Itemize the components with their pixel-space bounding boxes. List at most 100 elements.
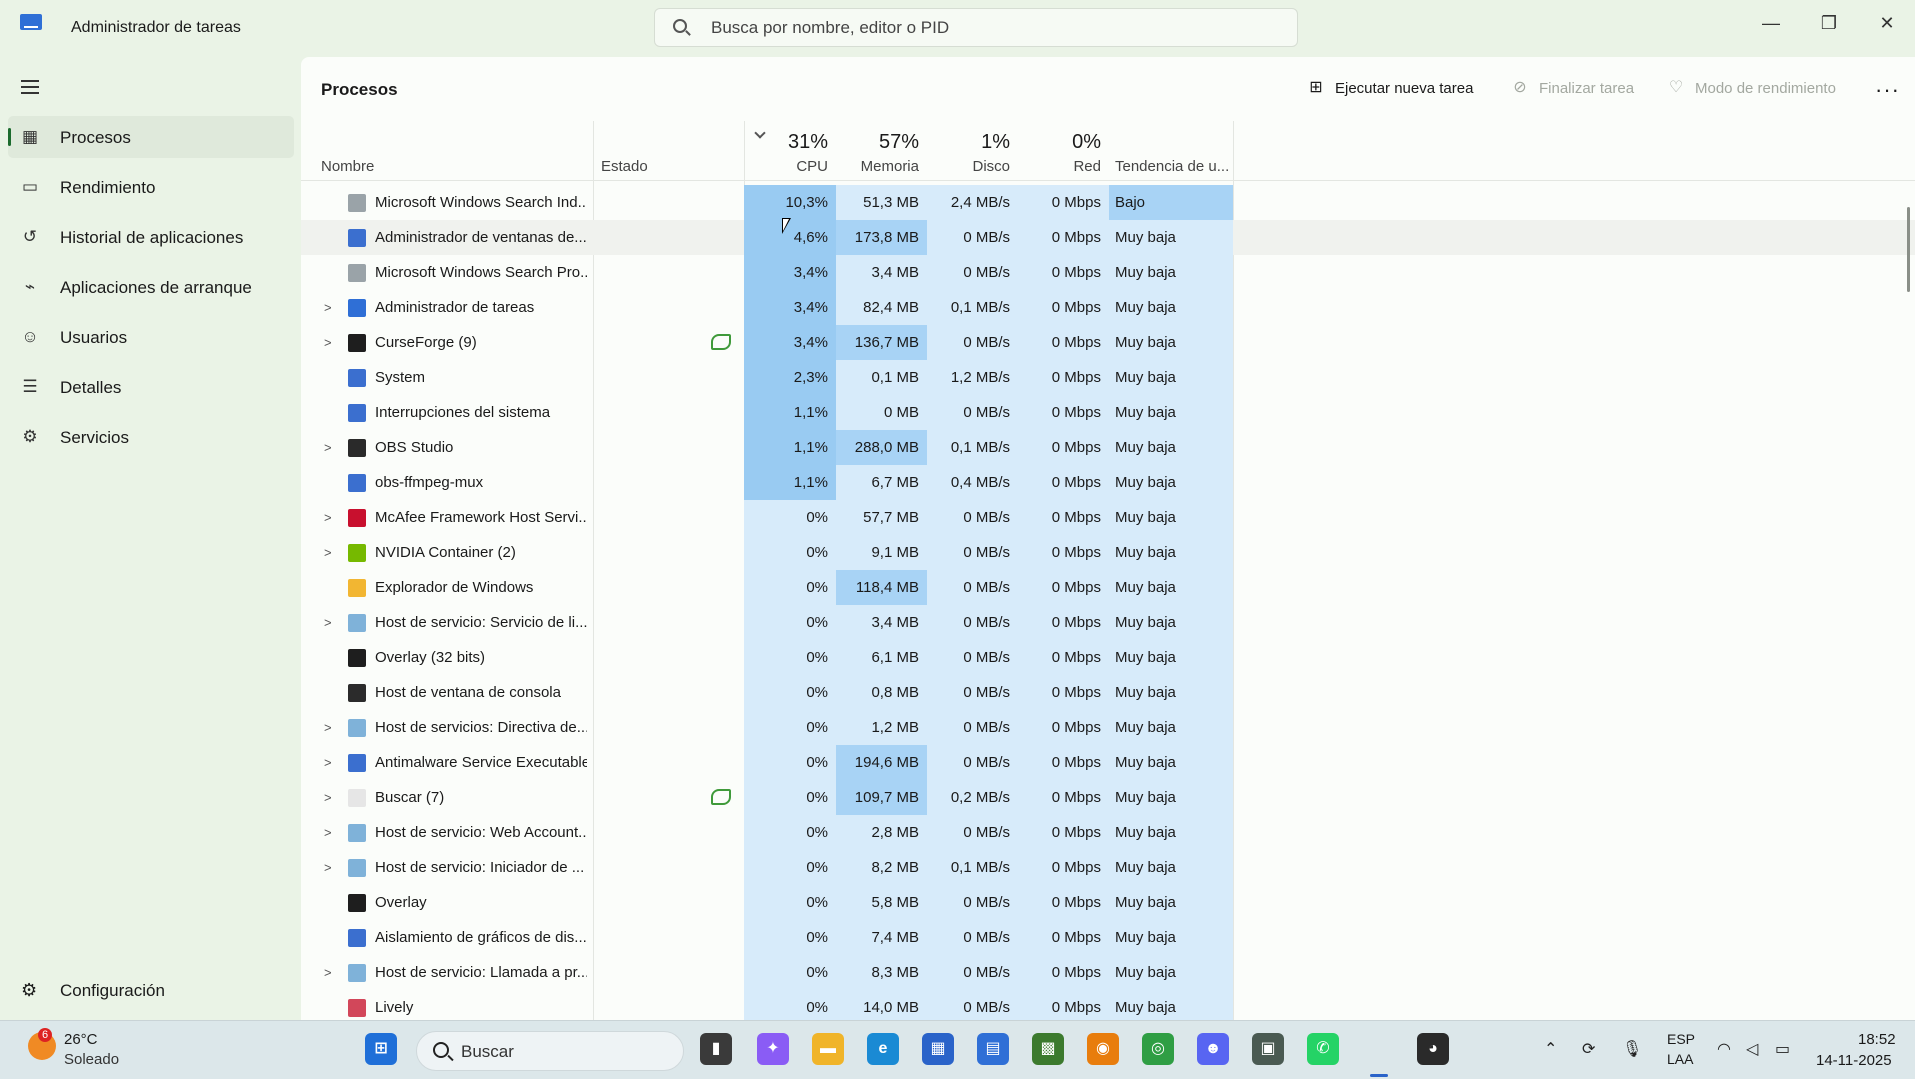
table-row[interactable]: Explorador de Windows 0% 118,4 MB 0 MB/s 0 M… (301, 570, 1915, 605)
table-row[interactable]: Interrupciones del sistema 1,1% 0 MB 0 MB/s… (301, 395, 1915, 430)
table-row[interactable]: Microsoft Windows Search Pro... 3,4% 3,4 M… (301, 255, 1915, 290)
table-row[interactable]: > Administrador de tareas 3,4% 82,4 MB 0,1 M… (301, 290, 1915, 325)
table-row[interactable]: obs-ffmpeg-mux 1,1% 6,7 MB 0,4 MB/s 0 Mbps Mu… (301, 465, 1915, 500)
disk-cell: 0 MB/s (927, 500, 1018, 535)
obs-taskbar-icon[interactable]: ◕ (1417, 1033, 1449, 1065)
sidebar-item-detalles[interactable]: ☰ Detalles (8, 366, 294, 408)
whatsapp-icon[interactable]: ✆ (1307, 1033, 1339, 1065)
table-row[interactable]: > Buscar (7) 0% 109,7 MB 0,2 MB/s 0 Mbps Muy b… (301, 780, 1915, 815)
weather-temperature[interactable]: 26°C (64, 1031, 98, 1048)
search-input[interactable] (711, 17, 1271, 39)
sidebar-item-historial-de-aplicaciones[interactable]: ↺ Historial de aplicaciones (8, 216, 294, 258)
process-name: NVIDIA Container (2) (375, 544, 516, 561)
sidebar-item-usuarios[interactable]: ☺ Usuarios (8, 316, 294, 358)
weather-description[interactable]: Soleado (64, 1051, 119, 1068)
minimize-button[interactable]: — (1751, 8, 1791, 38)
volume-icon[interactable]: ◁ (1746, 1039, 1758, 1059)
task-manager-taskbar-icon[interactable]: ▤ (977, 1033, 1009, 1065)
sidebar-item-servicios[interactable]: ⚙ Servicios (8, 416, 294, 458)
maximize-button[interactable]: ❐ (1809, 8, 1849, 38)
table-row[interactable]: > NVIDIA Container (2) 0% 9,1 MB 0 MB/s 0 Mbp… (301, 535, 1915, 570)
column-header-memory[interactable]: 57% Memoria (836, 121, 927, 181)
blender-icon[interactable]: ◉ (1087, 1033, 1119, 1065)
game-icon[interactable]: ▣ (1252, 1033, 1284, 1065)
edge-icon[interactable]: e (867, 1033, 899, 1065)
store-icon[interactable]: ▦ (922, 1033, 954, 1065)
chevron-up-icon[interactable]: ⌃ (1544, 1039, 1557, 1059)
table-row[interactable]: > OBS Studio 1,1% 288,0 MB 0,1 MB/s 0 Mbps Muy… (301, 430, 1915, 465)
table-row[interactable]: Aislamiento de gráficos de dis... 0% 7,4 M… (301, 920, 1915, 955)
input-layout[interactable]: LAA (1667, 1051, 1693, 1067)
efficiency-mode-button[interactable]: ♡ Modo de rendimiento (1667, 79, 1836, 97)
memory-cell: 7,4 MB (836, 920, 927, 955)
column-header-disk[interactable]: 1% Disco (927, 121, 1018, 181)
discord-icon[interactable]: ☻ (1197, 1033, 1229, 1065)
start-button[interactable]: ⊞ (365, 1033, 397, 1065)
table-row[interactable]: Overlay 0% 5,8 MB 0 MB/s 0 Mbps Muy baja (301, 885, 1915, 920)
sidebar-item-aplicaciones-de-arranque[interactable]: ⌁ Aplicaciones de arranque (8, 266, 294, 308)
table-row[interactable]: > McAfee Framework Host Servi... 0% 57,7 MB… (301, 500, 1915, 535)
table-row[interactable]: Administrador de ventanas de... 4,6% 173,8… (301, 220, 1915, 255)
table-row[interactable]: > Host de servicio: Servicio de li... 0% 3,… (301, 605, 1915, 640)
table-row[interactable]: > Antimalware Service Executable 0% 194,6 M… (301, 745, 1915, 780)
clock-time[interactable]: 18:52 (1858, 1031, 1896, 1048)
chevron-right-icon[interactable]: > (324, 500, 332, 535)
table-row[interactable]: Lively 0% 14,0 MB 0 MB/s 0 Mbps Muy baja (301, 990, 1915, 1020)
table-row[interactable]: > Host de servicios: Directiva de... 0% 1,2… (301, 710, 1915, 745)
efficiency-mode-label: Modo de rendimiento (1695, 79, 1836, 97)
more-options-icon[interactable]: ··· (1875, 77, 1900, 103)
chevron-right-icon[interactable]: > (324, 745, 332, 780)
battery-icon[interactable]: ▭ (1775, 1039, 1790, 1059)
taskbar-search-label: Buscar (461, 1042, 514, 1061)
close-button[interactable]: ✕ (1867, 8, 1907, 38)
table-row[interactable]: > Host de servicio: Iniciador de ... 0% 8,2… (301, 850, 1915, 885)
end-task-button[interactable]: ⊘ Finalizar tarea (1511, 79, 1634, 97)
memory-cell: 0,8 MB (836, 675, 927, 710)
table-row[interactable]: > CurseForge (9) 3,4% 136,7 MB 0 MB/s 0 Mbps M… (301, 325, 1915, 360)
sidebar-item-procesos[interactable]: ▦ Procesos (8, 116, 294, 158)
taskbar-search[interactable]: Buscar (416, 1031, 684, 1071)
microphone-icon[interactable]: 🎙 (1622, 1039, 1642, 1059)
wifi-icon[interactable]: ◠ (1717, 1039, 1731, 1059)
column-header-cpu[interactable]: 31% CPU (744, 121, 836, 181)
memory-cell: 136,7 MB (836, 325, 927, 360)
table-row[interactable]: Microsoft Windows Search Ind... 10,3% 51,3… (301, 185, 1915, 220)
weather-icon[interactable]: 6 (28, 1028, 56, 1060)
files-app-icon[interactable]: ▮ (700, 1033, 732, 1065)
chevron-right-icon[interactable]: > (324, 535, 332, 570)
chevron-right-icon[interactable]: > (324, 605, 332, 640)
table-row[interactable]: Host de ventana de consola 0% 0,8 MB 0 MB/s… (301, 675, 1915, 710)
chevron-right-icon[interactable]: > (324, 710, 332, 745)
column-header-network[interactable]: 0% Red (1018, 121, 1109, 181)
chevron-right-icon[interactable]: > (324, 955, 332, 990)
table-row[interactable]: > Host de servicio: Llamada a pr... 0% 8,3 … (301, 955, 1915, 990)
copilot-icon[interactable]: ✦ (757, 1033, 789, 1065)
chevron-right-icon[interactable]: > (324, 325, 332, 360)
table-row[interactable]: System 2,3% 0,1 MB 1,2 MB/s 0 Mbps Muy baja (301, 360, 1915, 395)
chevron-right-icon[interactable]: > (324, 780, 332, 815)
chevron-right-icon[interactable]: > (324, 430, 332, 465)
chrome-icon[interactable]: ◎ (1142, 1033, 1174, 1065)
column-header-status[interactable]: Estado (587, 121, 744, 181)
clock-date[interactable]: 14-11-2025 (1816, 1052, 1892, 1069)
table-row[interactable]: Overlay (32 bits) 0% 6,1 MB 0 MB/s 0 Mbps Muy… (301, 640, 1915, 675)
input-language[interactable]: ESP (1667, 1031, 1695, 1047)
minecraft-icon[interactable]: ▩ (1032, 1033, 1064, 1065)
hamburger-menu-icon[interactable] (21, 80, 39, 94)
run-new-task-button[interactable]: ⊞ Ejecutar nueva tarea (1307, 79, 1473, 97)
chevron-right-icon[interactable]: > (324, 290, 332, 325)
column-header-name[interactable]: Nombre (321, 121, 561, 181)
table-row[interactable]: > Host de servicio: Web Account... 0% 2,8 M… (301, 815, 1915, 850)
scrollbar[interactable] (1907, 207, 1910, 292)
column-header-power[interactable]: Tendencia de u... (1109, 121, 1233, 181)
details-icon: ☰ (22, 377, 38, 396)
sync-icon[interactable]: ⟳ (1582, 1039, 1595, 1059)
chevron-right-icon[interactable]: > (324, 815, 332, 850)
network-cell: 0 Mbps (1018, 430, 1109, 465)
search-box[interactable] (654, 8, 1298, 47)
chevron-right-icon[interactable]: > (324, 850, 332, 885)
power-usage-cell: Muy baja (1109, 885, 1233, 920)
process-name: Interrupciones del sistema (375, 404, 551, 421)
file-explorer-icon[interactable]: ▬ (812, 1033, 844, 1065)
sidebar-item-rendimiento[interactable]: ▭ Rendimiento (8, 166, 294, 208)
